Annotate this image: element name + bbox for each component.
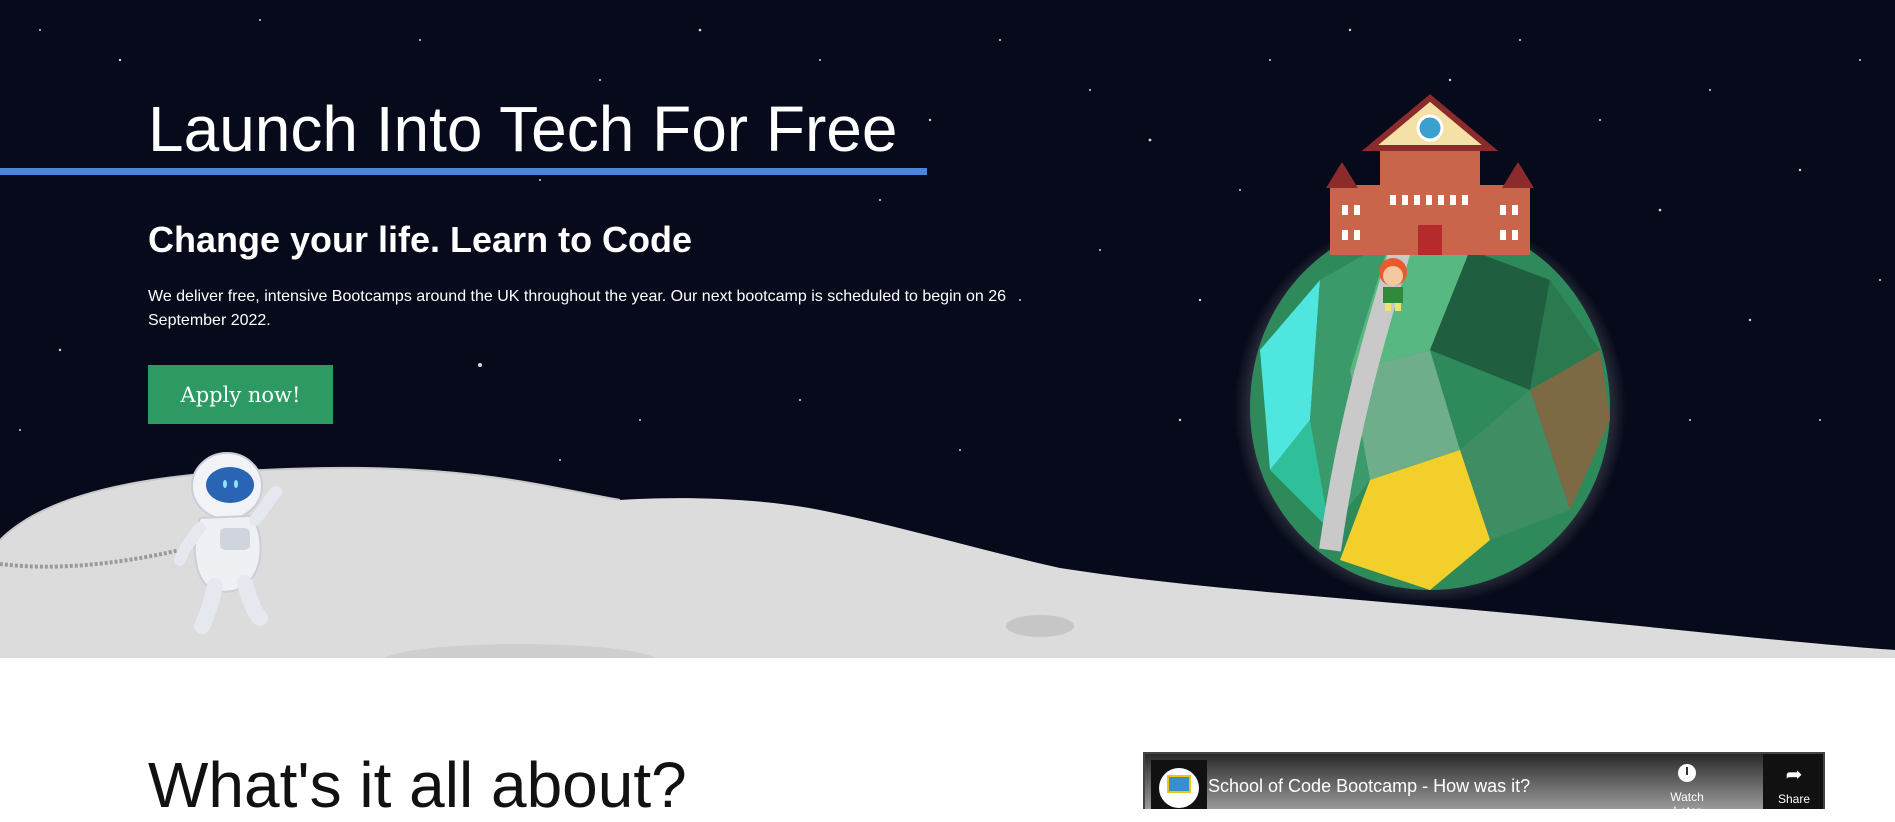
apply-now-button[interactable]: Apply now! <box>148 365 333 424</box>
share-icon: ➦ <box>1785 764 1803 786</box>
about-title: What's it all about? <box>148 749 687 821</box>
share-button[interactable]: ➦ Share <box>1763 754 1823 809</box>
astronaut-illustration <box>174 452 282 634</box>
title-underline <box>0 168 927 175</box>
share-label: Share <box>1777 792 1811 806</box>
hero-description: We deliver free, intensive Bootcamps aro… <box>148 288 1006 329</box>
video-title[interactable]: School of Code Bootcamp - How was it? <box>1208 776 1530 797</box>
school-logo-icon[interactable] <box>1151 760 1207 809</box>
hero-section: Launch Into Tech For Free Change your li… <box>0 0 1895 658</box>
watch-later-button[interactable]: Watch Later <box>1655 764 1719 809</box>
planet-school-illustration <box>1234 94 1626 600</box>
video-embed[interactable]: School of Code Bootcamp - How was it? Wa… <box>1143 752 1825 809</box>
watch-later-label: Watch Later <box>1670 790 1704 809</box>
hero-subtitle: Change your life. Learn to Code <box>148 219 693 260</box>
clock-icon <box>1678 764 1696 782</box>
hero-title: Launch Into Tech For Free <box>148 93 898 165</box>
